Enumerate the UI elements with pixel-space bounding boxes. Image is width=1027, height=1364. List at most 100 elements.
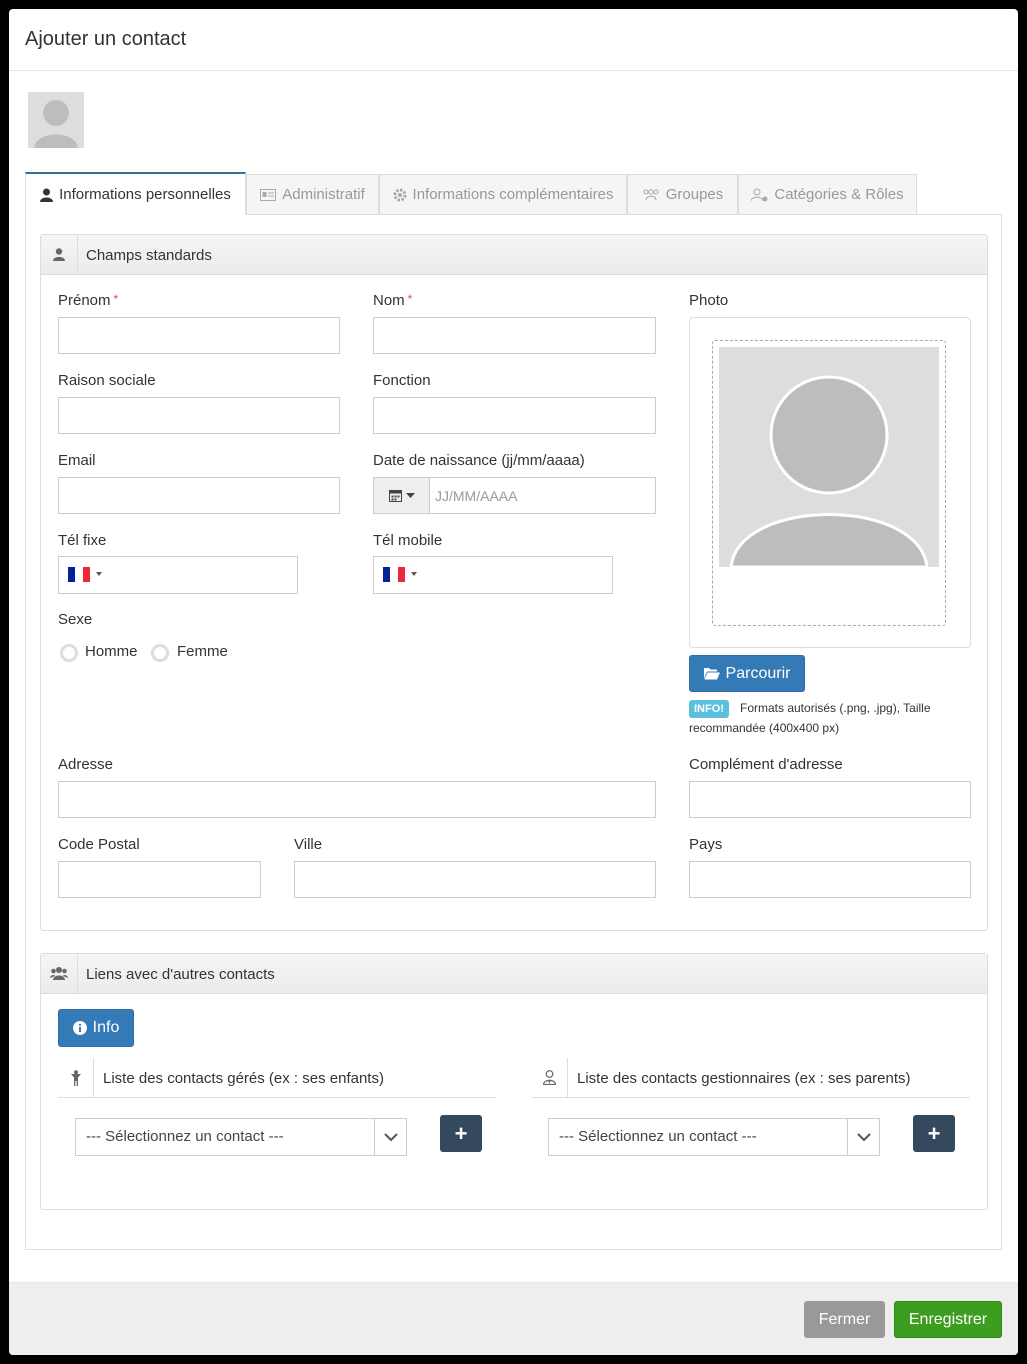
user-tie-icon [543,1070,556,1085]
panel-title: Liens avec d'autres contacts [86,966,275,983]
select-arrow[interactable] [374,1119,406,1155]
flag-stripe-white [390,567,398,582]
adresse-input[interactable] [58,781,656,818]
add-managed-contact-button[interactable]: + [440,1115,482,1152]
panel-heading: Liens avec d'autres contacts [41,954,987,994]
nom-input[interactable] [373,317,656,354]
label-text: Nom [373,292,405,309]
ph-icon-wrap [41,954,78,993]
gear-icon [393,188,407,201]
ph-icon-wrap [41,235,78,274]
tab-categories-roles[interactable]: Catégories & Rôles [738,174,917,214]
label-adresse: Adresse [58,756,114,773]
tab-informations-complementaires[interactable]: Informations complémentaires [379,174,627,214]
photo-preview [719,347,939,567]
tab-label: Catégories & Rôles [774,186,904,203]
manager-contacts-title: Liste des contacts gestionnaires (ex : s… [577,1070,911,1087]
tab-content: Champs standards Prénom * Nom * Photo Rais… [25,214,1002,1250]
label-pays: Pays [689,836,723,853]
add-manager-contact-button[interactable]: + [913,1115,955,1152]
prenom-input[interactable] [58,317,340,354]
tab-label: Administratif [282,186,365,203]
caret-down-icon [405,492,415,498]
tel-fixe-input[interactable] [58,556,298,594]
user-tag-icon [751,188,768,201]
browse-button[interactable]: Parcourir [689,655,805,692]
managed-contacts-title: Liste des contacts gérés (ex : ses enfan… [103,1070,384,1087]
managed-contacts-header: Liste des contacts gérés (ex : ses enfan… [58,1058,496,1098]
managed-contact-select[interactable]: --- Sélectionnez un contact --- [75,1118,407,1156]
caret-down-icon [96,572,102,576]
label-text: Prénom [58,292,111,309]
label-ville: Ville [294,836,323,853]
save-button[interactable]: Enregistrer [894,1301,1002,1338]
avatar-placeholder-icon [28,92,84,148]
select-text: --- Sélectionnez un contact --- [86,1128,284,1145]
required-mark: * [407,292,413,306]
label-tel-mobile: Tél mobile [373,532,443,549]
panel-contact-links: Liens avec d'autres contacts Info Liste … [40,953,988,1210]
info-button-label: Info [92,1019,120,1036]
label-homme: Homme [85,643,138,660]
flag-stripe-blue [383,567,391,582]
label-nom: Nom * [373,292,412,309]
panel-standard-fields: Champs standards Prénom * Nom * Photo Rais… [40,234,988,931]
pays-input[interactable] [689,861,971,898]
manager-contacts-header: Liste des contacts gestionnaires (ex : s… [532,1058,970,1098]
caret-down-icon [411,572,417,576]
select-arrow[interactable] [847,1119,879,1155]
label-complement: Complément d'adresse [689,756,843,773]
france-flag-icon[interactable] [383,567,405,582]
browse-button-label: Parcourir [725,664,791,682]
panel-title: Champs standards [86,247,212,264]
complement-input[interactable] [689,781,971,818]
photo-info-text: Formats autorisés (.png, .jpg), Taille r… [689,701,931,735]
info-circle-icon [72,1021,87,1035]
tab-bar: Informations personnelles Administratif … [25,172,1002,215]
user-icon [40,188,54,202]
modal-footer: Fermer Enregistrer [9,1282,1018,1355]
label-photo: Photo [689,292,729,309]
code-postal-input[interactable] [58,861,261,898]
france-flag-icon[interactable] [68,567,90,582]
radio-femme[interactable] [151,644,169,662]
child-icon [70,1069,81,1086]
photo-box [689,317,971,648]
lh-icon-wrap [58,1058,94,1097]
ville-input[interactable] [294,861,656,898]
label-sexe: Sexe [58,611,93,628]
chevron-down-icon [856,1132,871,1141]
tab-groupes[interactable]: Groupes [627,174,738,214]
users-icon [643,188,659,200]
info-button[interactable]: Info [58,1009,134,1047]
close-button[interactable]: Fermer [804,1301,885,1338]
tab-label: Groupes [665,186,724,203]
modal-title: Ajouter un contact [25,28,187,50]
tel-mobile-input[interactable] [373,556,613,594]
lh-icon-wrap [532,1058,568,1097]
select-text: --- Sélectionnez un contact --- [559,1128,757,1145]
flag-stripe-red [82,567,90,582]
date-naissance-input[interactable]: JJ/MM/AAAA [430,478,517,513]
id-card-icon [260,188,277,201]
label-code-postal: Code Postal [58,836,140,853]
label-femme: Femme [177,643,228,660]
email-input[interactable] [58,477,340,514]
tab-informations-personnelles[interactable]: Informations personnelles [25,172,246,215]
panel-heading: Champs standards [41,235,987,275]
add-contact-modal: Ajouter un contact Informations personne… [9,9,1018,1355]
label-date-naissance: Date de naissance (jj/mm/aaaa) [373,452,585,469]
fonction-input[interactable] [373,397,656,434]
tab-administratif[interactable]: Administratif [246,174,379,214]
required-mark: * [113,292,119,306]
folder-open-icon [703,668,720,680]
manager-contact-select[interactable]: --- Sélectionnez un contact --- [548,1118,880,1156]
radio-homme[interactable] [60,644,78,662]
calendar-dropdown-button[interactable] [374,478,430,513]
label-prenom: Prénom * [58,292,118,309]
avatar-placeholder-icon [719,347,939,567]
date-naissance-field: JJ/MM/AAAA [373,477,656,514]
photo-dropzone[interactable] [712,340,946,626]
raison-sociale-input[interactable] [58,397,340,434]
modal-header: Ajouter un contact [9,9,1018,71]
